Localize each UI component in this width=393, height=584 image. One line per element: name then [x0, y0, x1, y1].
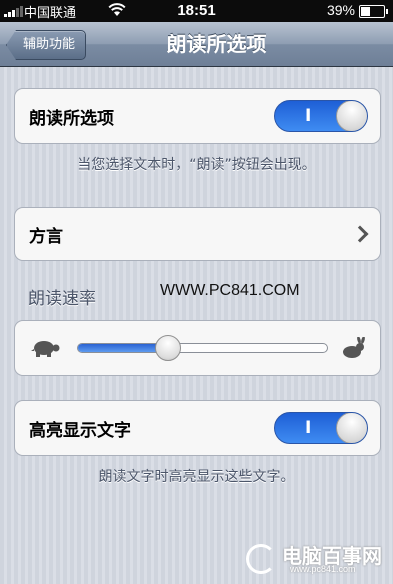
speak-selection-label: 朗读所选项: [29, 108, 114, 129]
highlight-words-toggle[interactable]: I: [274, 412, 368, 444]
status-bar: 中国联通 18:51 39%: [0, 0, 393, 22]
chevron-right-icon: [351, 225, 369, 243]
site-logo: 电脑百事网 www.pc841.com: [246, 540, 386, 580]
slider-knob[interactable]: [154, 335, 181, 361]
watermark-text: WWW.PC841.COM: [160, 282, 300, 299]
speaking-rate-header: 朗读速率: [28, 289, 96, 309]
toggle-knob: [336, 101, 367, 131]
battery-percent: 39%: [326, 2, 355, 18]
logo-mark-icon: [246, 544, 276, 574]
logo-url: www.pc841.com: [290, 564, 356, 574]
speak-selection-cell: 朗读所选项 I: [14, 88, 381, 144]
toggle-on-indicator: I: [305, 418, 312, 438]
back-button-label: 辅助功能: [23, 37, 76, 52]
highlight-words-label: 高亮显示文字: [29, 420, 131, 441]
highlight-words-cell: 高亮显示文字 I: [14, 400, 381, 456]
battery-icon: [359, 5, 388, 18]
back-button[interactable]: 辅助功能: [6, 30, 87, 60]
dialect-cell[interactable]: 方言: [14, 207, 381, 261]
toggle-on-indicator: I: [305, 106, 312, 126]
speak-selection-footnote: 当您选择文本时，“朗读”按钮会出现。: [77, 157, 316, 173]
turtle-icon: [31, 341, 60, 357]
speak-selection-toggle[interactable]: I: [274, 100, 368, 132]
page-title: 朗读所选项: [166, 32, 267, 56]
rabbit-icon: [343, 337, 365, 358]
toggle-knob: [336, 413, 367, 443]
navigation-bar: 辅助功能 朗读所选项: [0, 22, 393, 67]
dialect-label: 方言: [29, 226, 63, 247]
highlight-words-footnote: 朗读文字时高亮显示这些文字。: [98, 469, 295, 485]
speaking-rate-slider[interactable]: [77, 335, 328, 361]
speaking-rate-cell: [14, 320, 381, 376]
